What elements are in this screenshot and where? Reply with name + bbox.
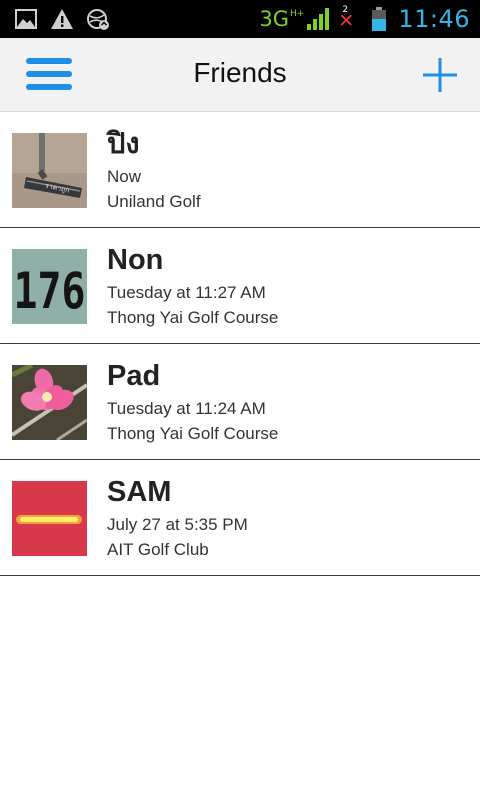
- friend-list: ราคาถูก ปิง Now Uniland Golf 176 Non Tue…: [0, 112, 480, 576]
- friend-time: Now: [107, 167, 142, 186]
- signal-icon: [307, 8, 330, 30]
- image-icon: [15, 9, 37, 29]
- putter-photo: ราคาถูก: [12, 133, 87, 208]
- avatar: ราคาถูก: [12, 133, 87, 208]
- action-bar: Friends: [0, 38, 480, 112]
- list-item[interactable]: ราคาถูก ปิง Now Uniland Golf: [0, 112, 480, 228]
- list-item[interactable]: 176 Non Tuesday at 11:27 AM Thong Yai Go…: [0, 228, 480, 344]
- no-sim-icon: 2 ✕: [338, 5, 355, 32]
- svg-text:176: 176: [14, 262, 86, 320]
- number-176-photo: 176: [12, 249, 87, 324]
- network-type: 3GH+: [259, 7, 305, 31]
- avatar: [12, 481, 87, 556]
- friend-time: Tuesday at 11:27 AM: [107, 283, 266, 302]
- friend-place: Thong Yai Golf Course: [107, 308, 279, 327]
- page-title: Friends: [193, 57, 287, 88]
- friend-name: Pad: [107, 360, 161, 392]
- avatar: 176: [12, 249, 87, 324]
- sync-globe-icon: [87, 9, 109, 30]
- friend-time: Tuesday at 11:24 AM: [107, 399, 266, 418]
- friend-place: Uniland Golf: [107, 192, 201, 211]
- list-item[interactable]: Pad Tuesday at 11:24 AM Thong Yai Golf C…: [0, 344, 480, 460]
- friend-name: SAM: [107, 476, 172, 508]
- plus-icon[interactable]: [420, 55, 460, 95]
- warning-icon: [51, 9, 73, 29]
- friend-place: AIT Golf Club: [107, 540, 209, 559]
- friend-name: Non: [107, 244, 164, 276]
- friend-name: ปิง: [107, 128, 140, 160]
- battery-icon: [372, 7, 387, 31]
- system-icons: 3GH+ 2 ✕ 11:46: [259, 4, 470, 34]
- notification-icons: [14, 7, 122, 31]
- avatar: [12, 365, 87, 440]
- glowing-line-photo: [12, 481, 87, 556]
- status-bar: 3GH+ 2 ✕ 11:46: [0, 0, 480, 38]
- friend-time: July 27 at 5:35 PM: [107, 515, 248, 534]
- list-item[interactable]: SAM July 27 at 5:35 PM AIT Golf Club: [0, 460, 480, 576]
- clock: 11:46: [398, 5, 470, 33]
- friend-place: Thong Yai Golf Course: [107, 424, 279, 443]
- pink-flower-photo: [12, 365, 87, 440]
